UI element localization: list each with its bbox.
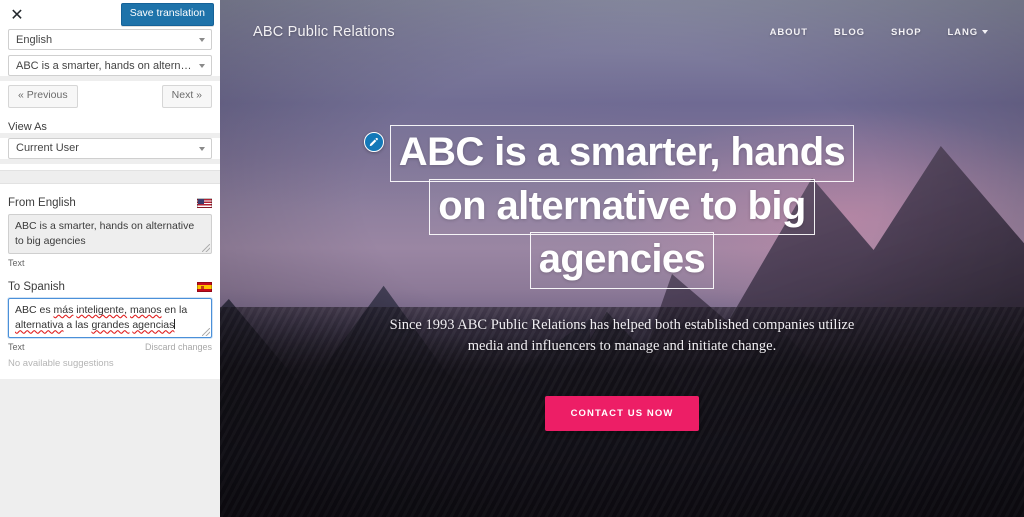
spacer	[0, 107, 220, 121]
misspelled-word: más	[53, 303, 74, 316]
hero-headline: ABC is a smarter, hands on alternative t…	[363, 125, 855, 289]
site-brand[interactable]: ABC Public Relations	[253, 24, 395, 40]
hero-headline-line-1[interactable]: ABC is a smarter, hands	[389, 125, 855, 182]
es-flag-icon	[197, 281, 212, 292]
misspelled-word: grandes	[91, 319, 130, 332]
previous-button[interactable]: « Previous	[8, 85, 78, 108]
chevron-down-icon	[199, 64, 205, 68]
next-button[interactable]: Next »	[161, 85, 212, 108]
text-cursor	[174, 319, 176, 330]
nav-item-about[interactable]: ABOUT	[770, 27, 808, 38]
misspelled-word: alternativa	[15, 319, 64, 332]
chevron-down-icon	[199, 146, 205, 151]
hero-headline-line-2[interactable]: on alternative to big	[429, 178, 815, 236]
sidebar-selects: English ABC is a smarter, hands on alter…	[0, 29, 220, 76]
section-divider	[0, 169, 220, 184]
hero-subheadline-line-2: and influencers to manage and initiate c…	[506, 337, 777, 354]
hero-section: ABC is a smarter, hands on alternative t…	[220, 0, 1024, 517]
save-translation-button[interactable]: Save translation	[120, 3, 214, 26]
source-field-type: Text	[8, 257, 25, 268]
main-navigation: ABOUT BLOG SHOP LANG	[770, 27, 988, 38]
hero-subheadline: Since 1993 ABC Public Relations has help…	[372, 315, 872, 357]
target-pane-footer: Text Discard changes	[0, 338, 220, 354]
source-pane: From English ABC is a smarter, hands on …	[0, 183, 220, 270]
string-pagination: « Previous Next »	[0, 81, 220, 108]
no-suggestions-text: No available suggestions	[8, 358, 114, 370]
view-as-select[interactable]: Current User	[8, 137, 212, 159]
translation-editor-app: ✕ Save translation English ABC is a smar…	[0, 0, 1024, 517]
nav-item-lang[interactable]: LANG	[947, 27, 988, 38]
view-as-value: Current User	[16, 142, 79, 155]
target-pane-title: To Spanish	[8, 280, 65, 293]
misspelled-word: agencias	[132, 319, 175, 332]
source-pane-footer: Text	[0, 254, 220, 270]
nav-item-shop[interactable]: SHOP	[891, 27, 922, 38]
translation-sidebar: ✕ Save translation English ABC is a smar…	[0, 0, 220, 517]
nav-item-blog[interactable]: BLOG	[834, 27, 865, 38]
source-pane-title: From English	[8, 196, 76, 209]
source-text: ABC is a smarter, hands on alternative t…	[15, 219, 195, 247]
misspelled-word: manos	[130, 303, 162, 316]
us-flag-icon	[197, 197, 212, 208]
contact-us-button[interactable]: CONTACT US NOW	[544, 395, 700, 432]
view-as-label: View As	[0, 120, 220, 133]
view-as-wrap: Current User	[0, 137, 220, 159]
target-textarea[interactable]: ABC es más inteligente, manos en la alte…	[8, 297, 212, 339]
target-pane: To Spanish ABC es más inteligente, manos…	[0, 269, 220, 380]
chevron-down-icon	[982, 30, 988, 34]
source-pane-header: From English	[0, 191, 220, 214]
resize-handle-icon[interactable]	[202, 243, 210, 252]
language-select[interactable]: English	[8, 29, 212, 50]
site-preview: ABC Public Relations ABOUT BLOG SHOP LAN…	[220, 0, 1024, 517]
target-text-seg: ABC es	[15, 303, 54, 316]
resize-handle-icon[interactable]	[202, 328, 210, 337]
chevron-down-icon	[199, 38, 205, 42]
nav-item-lang-label: LANG	[947, 26, 978, 38]
string-select[interactable]: ABC is a smarter, hands on alternative t…	[8, 55, 212, 76]
target-text-seg: a las	[63, 319, 92, 332]
close-icon[interactable]: ✕	[8, 6, 26, 24]
source-textarea[interactable]: ABC is a smarter, hands on alternative t…	[8, 213, 212, 254]
target-text-seg: en la	[161, 303, 188, 316]
language-select-value: English	[16, 33, 53, 46]
sidebar-toolbar: ✕ Save translation	[0, 0, 220, 29]
misspelled-word: inteligente,	[76, 303, 128, 316]
pencil-edit-icon[interactable]	[363, 132, 384, 152]
string-select-value: ABC is a smarter, hands on alternative t…	[16, 59, 193, 72]
target-pane-header: To Spanish	[0, 275, 220, 298]
discard-changes-link[interactable]: Discard changes	[145, 342, 212, 352]
target-field-type: Text	[8, 342, 25, 353]
site-header: ABC Public Relations ABOUT BLOG SHOP LAN…	[220, 0, 1024, 64]
hero-headline-line-3[interactable]: agencies	[529, 232, 715, 289]
